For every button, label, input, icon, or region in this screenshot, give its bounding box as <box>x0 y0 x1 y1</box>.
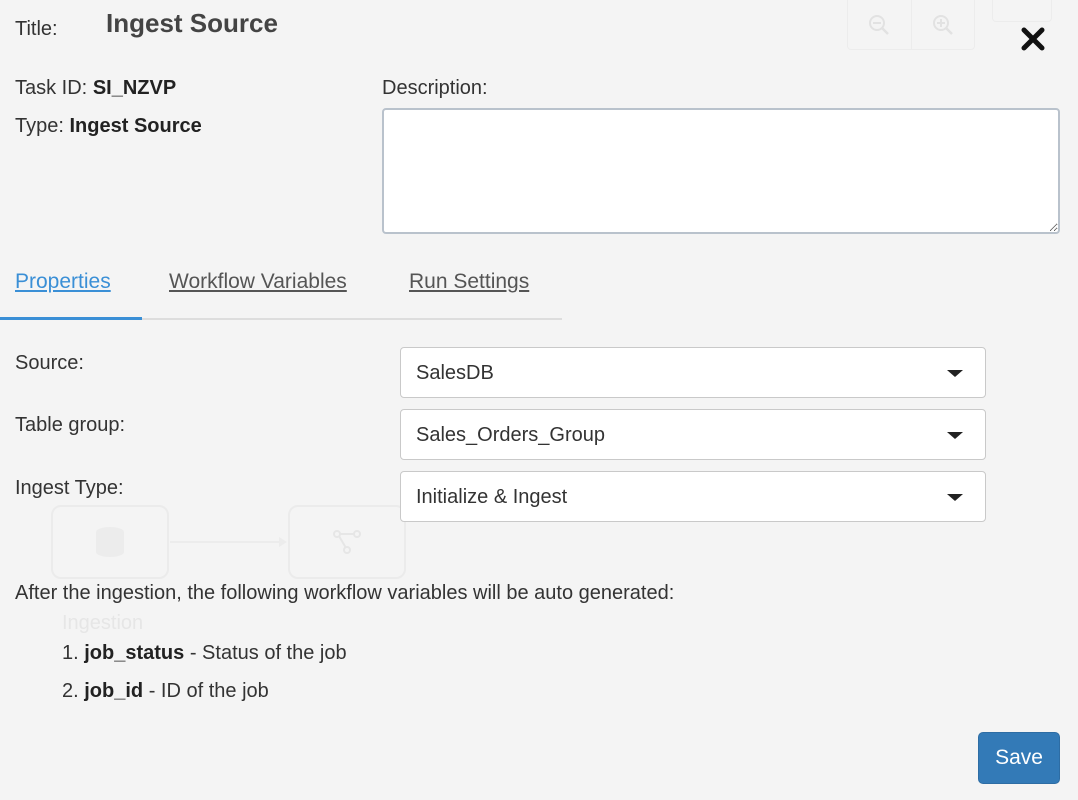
description-label: Description: <box>382 77 488 99</box>
variable-description: - Status of the job <box>189 642 347 664</box>
zoom-out-icon <box>848 0 912 49</box>
ingest-type-value: Initialize & Ingest <box>416 486 568 508</box>
source-label: Source: <box>15 352 84 374</box>
workflow-node-2 <box>288 505 406 579</box>
close-icon[interactable] <box>1016 22 1050 56</box>
task-type-value: Ingest Source <box>69 115 202 137</box>
workflow-node-label: Ingestion <box>62 612 144 634</box>
tab-bar: Properties Workflow Variables Run Settin… <box>0 266 562 320</box>
ingest-type-select[interactable]: Initialize & Ingest <box>400 471 986 522</box>
page-title: Ingest Source <box>106 8 278 38</box>
ingest-type-label: Ingest Type: <box>15 477 124 499</box>
task-id-label: Task ID: <box>15 77 88 99</box>
canvas-button <box>992 0 1052 22</box>
source-select[interactable]: SalesDB <box>400 347 986 398</box>
variable-name: job_status <box>84 642 185 664</box>
title-label: Title: <box>15 18 58 40</box>
zoom-controls <box>847 0 975 50</box>
variable-description: - ID of the job <box>148 680 269 702</box>
list-item-number: 2. <box>62 680 79 702</box>
zoom-in-icon <box>912 0 975 49</box>
source-value: SalesDB <box>416 362 494 384</box>
workflow-icon <box>333 530 361 554</box>
table-group-select[interactable]: Sales_Orders_Group <box>400 409 986 460</box>
workflow-edge <box>170 537 287 547</box>
tab-workflow-variables[interactable]: Workflow Variables <box>169 266 347 320</box>
list-item-number: 1. <box>62 642 79 664</box>
task-type-label: Type: <box>15 115 64 137</box>
list-item: 1. job_status - Status of the job <box>62 642 347 680</box>
active-tab-indicator <box>0 317 142 320</box>
table-group-label: Table group: <box>15 414 126 436</box>
variables-list: 1. job_status - Status of the job 2. job… <box>62 642 347 718</box>
save-button[interactable]: Save <box>978 732 1060 784</box>
task-id: Task ID: SI_NZVP <box>15 77 176 100</box>
tab-run-settings[interactable]: Run Settings <box>409 266 529 320</box>
task-id-value: SI_NZVP <box>92 77 177 99</box>
list-item: 2. job_id - ID of the job <box>62 680 347 718</box>
database-icon <box>96 527 124 557</box>
table-group-value: Sales_Orders_Group <box>416 424 605 446</box>
description-field[interactable] <box>382 108 1060 234</box>
caret-down-icon <box>947 494 963 501</box>
workflow-node-ingestion <box>51 505 169 579</box>
auto-variables-note: After the ingestion, the following workf… <box>15 582 675 604</box>
task-type: Type: Ingest Source <box>15 115 202 138</box>
caret-down-icon <box>947 432 963 439</box>
variable-name: job_id <box>84 680 144 702</box>
caret-down-icon <box>947 370 963 377</box>
tab-properties[interactable]: Properties <box>15 266 111 320</box>
